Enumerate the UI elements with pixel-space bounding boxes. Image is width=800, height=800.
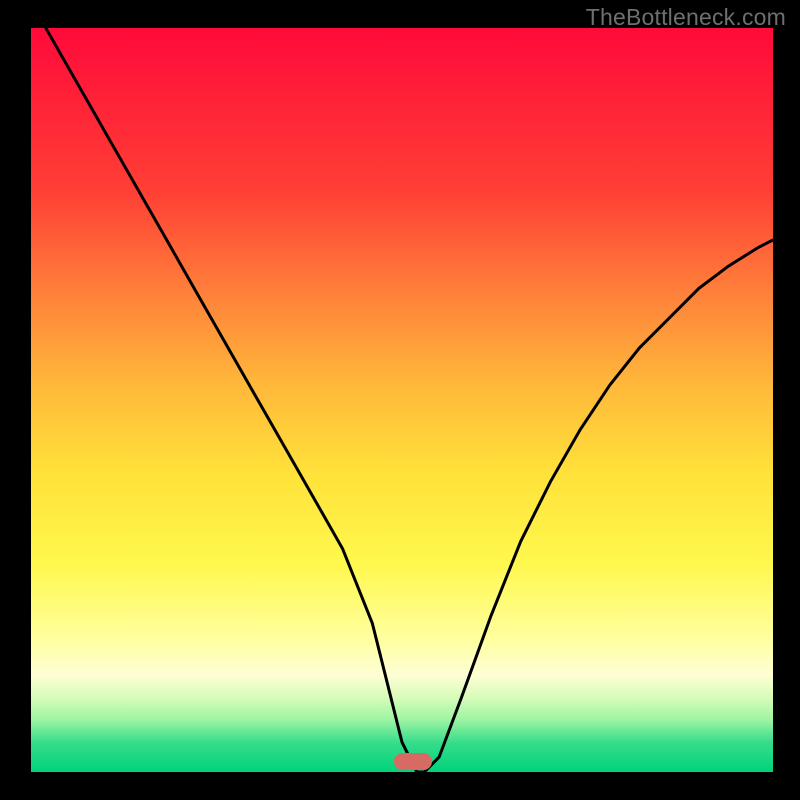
plot-area <box>31 28 773 772</box>
bottleneck-curve <box>31 28 773 772</box>
chart-frame: TheBottleneck.com <box>0 0 800 800</box>
curve-path <box>46 28 773 772</box>
optimum-marker <box>394 753 432 770</box>
watermark: TheBottleneck.com <box>586 4 786 31</box>
